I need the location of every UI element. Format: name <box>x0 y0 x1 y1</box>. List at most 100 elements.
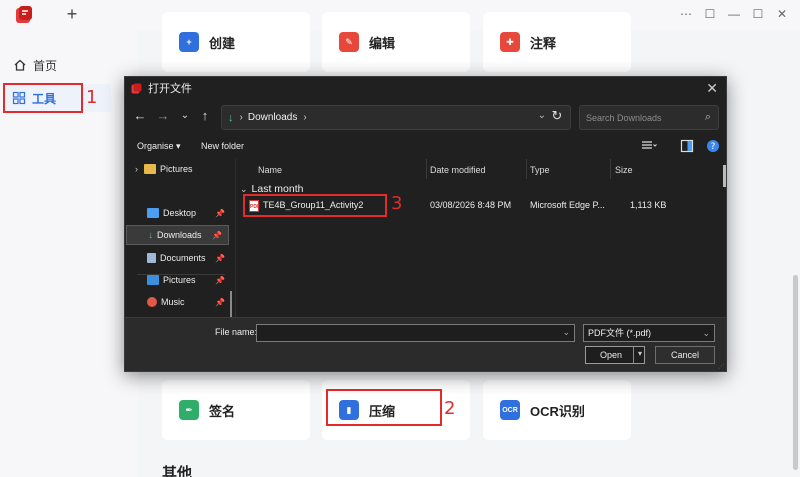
cancel-button[interactable]: Cancel <box>655 346 715 364</box>
chevron-down-icon[interactable]: ⌄ <box>702 325 710 341</box>
dialog-close-icon[interactable]: ✕ <box>706 80 718 97</box>
view-options-icon[interactable] <box>641 139 657 153</box>
file-type-value: PDF文件 (*.pdf) <box>588 328 652 338</box>
open-dropdown-icon[interactable]: ▾ <box>638 349 642 358</box>
annotation-box-compress <box>326 389 442 426</box>
column-divider[interactable] <box>526 159 527 179</box>
resize-grip-icon[interactable]: ⋰ <box>718 363 724 370</box>
dialog-navbar: ← → ⌄ ↑ ↓ › Downloads › ⌄ ↻ Search Downl… <box>125 103 726 131</box>
file-type: Microsoft Edge P... <box>530 200 605 210</box>
tool-card-edit[interactable]: ✎ 编辑 <box>322 12 470 72</box>
nav-item-documents[interactable]: Documents 📌 <box>131 248 231 268</box>
sidebar-item-label: 首页 <box>33 58 58 73</box>
dialog-footer: File name: ⌄ PDF文件 (*.pdf) ⌄ Open ▾ Canc… <box>125 317 726 371</box>
search-placeholder: Search Downloads <box>586 112 662 123</box>
nav-item-label: Downloads <box>157 230 202 240</box>
minimize-icon[interactable]: — <box>724 5 744 23</box>
navigation-pane: › Pictures Desktop 📌 ↓ Downloads 📌 Docum… <box>125 159 235 321</box>
breadcrumb-chevron-icon[interactable]: › <box>240 112 243 123</box>
collapse-chevron-icon[interactable]: ⌄ <box>240 184 248 195</box>
up-arrow-icon[interactable]: ↑ <box>197 107 213 125</box>
annotation-number-3: 3 <box>391 193 403 214</box>
recent-locations-chevron-icon[interactable]: ⌄ <box>177 107 193 125</box>
documents-icon <box>147 253 156 263</box>
column-header-date[interactable]: Date modified <box>430 159 486 181</box>
maximize-icon[interactable]: ☐ <box>748 5 768 23</box>
pictures-icon <box>147 275 159 285</box>
tool-card-sign[interactable]: ✒ 签名 <box>162 380 310 440</box>
open-button[interactable]: Open ▾ <box>585 346 645 364</box>
tool-card-ocr[interactable]: OCR OCR识别 <box>483 380 631 440</box>
open-label: Open <box>600 350 623 360</box>
desktop-icon <box>147 208 159 218</box>
app-logo-icon[interactable] <box>14 5 34 25</box>
column-header-size[interactable]: Size <box>615 159 633 181</box>
preview-pane-icon[interactable] <box>679 139 695 153</box>
pin-icon: 📌 <box>215 253 225 263</box>
tool-card-create[interactable]: + 创建 <box>162 12 310 72</box>
nav-item-label: Documents <box>160 253 206 263</box>
file-name-input[interactable]: ⌄ <box>256 324 575 342</box>
file-list-scrollbar[interactable] <box>723 165 726 187</box>
nav-item-music[interactable]: Music 📌 <box>131 292 231 312</box>
tool-card-label: OCR识别 <box>530 403 585 419</box>
search-input[interactable]: Search Downloads ⌕ <box>579 105 719 130</box>
annotation-number-2: 2 <box>444 398 456 419</box>
back-arrow-icon[interactable]: ← <box>132 107 148 125</box>
nav-item-label: Pictures <box>160 164 193 174</box>
main-scrollbar[interactable] <box>793 275 798 470</box>
column-header-name[interactable]: Name <box>258 159 282 181</box>
pin-icon: 📌 <box>212 230 222 240</box>
help-icon[interactable]: ? <box>705 139 721 153</box>
tool-card-label: 编辑 <box>369 35 396 51</box>
file-size: 1,113 KB <box>630 200 667 210</box>
forward-arrow-icon[interactable]: → <box>155 107 171 125</box>
search-icon: ⌕ <box>704 111 711 123</box>
comment-icon: ✚ <box>500 32 520 52</box>
file-date: 03/08/2026 8:48 PM <box>430 200 512 210</box>
nav-item-downloads[interactable]: ↓ Downloads 📌 <box>126 225 229 245</box>
nav-item-label: Desktop <box>163 208 197 218</box>
ocr-icon: OCR <box>500 400 520 420</box>
tool-card-label: 创建 <box>209 35 236 51</box>
tool-card-label: 注释 <box>530 35 557 51</box>
close-icon[interactable]: ✕ <box>772 5 792 23</box>
tool-card-comment[interactable]: ✚ 注释 <box>483 12 631 72</box>
nav-item-label: Music <box>161 297 185 307</box>
pin-icon: 📌 <box>215 275 225 285</box>
create-icon: + <box>179 32 199 52</box>
file-type-select[interactable]: PDF文件 (*.pdf) ⌄ <box>583 324 715 342</box>
app-logo-icon <box>131 83 142 93</box>
nav-item-pictures[interactable]: › Pictures <box>131 159 231 179</box>
expand-chevron-icon[interactable]: › <box>135 164 138 174</box>
section-heading-other: 其他 <box>162 465 193 477</box>
address-bar[interactable]: ↓ › Downloads › ⌄ <box>221 105 571 130</box>
new-tab-button[interactable]: + <box>63 4 81 24</box>
edit-icon: ✎ <box>339 32 359 52</box>
folder-icon <box>144 164 156 174</box>
pin-icon: 📌 <box>215 208 225 218</box>
nav-item-desktop[interactable]: Desktop 📌 <box>131 203 231 223</box>
organise-menu-button[interactable]: Organise ▾ <box>137 141 181 152</box>
more-icon[interactable]: ⋯ <box>676 5 696 23</box>
dialog-toolbar: Organise ▾ New folder ? <box>125 137 726 157</box>
sign-icon: ✒ <box>179 400 199 420</box>
chevron-down-icon[interactable]: ⌄ <box>562 327 570 338</box>
downloads-icon: ↓ <box>228 111 234 124</box>
column-divider[interactable] <box>426 159 427 179</box>
refresh-icon[interactable]: ↻ <box>549 108 565 124</box>
restore-icon[interactable]: ☐ <box>700 5 720 23</box>
address-dropdown-icon[interactable]: ⌄ <box>538 110 546 121</box>
nav-item-pictures-pinned[interactable]: Pictures 📌 <box>131 270 231 290</box>
dialog-titlebar: 打开文件 <box>125 77 726 99</box>
nav-item-label: Pictures <box>163 275 196 285</box>
breadcrumb-downloads[interactable]: Downloads <box>248 112 297 123</box>
new-folder-button[interactable]: New folder <box>201 141 244 151</box>
breadcrumb-chevron-icon[interactable]: › <box>303 112 306 123</box>
sidebar-item-home[interactable]: 首页 <box>4 52 112 78</box>
annotation-number-1: 1 <box>86 87 98 108</box>
column-header-type[interactable]: Type <box>530 159 550 181</box>
file-name-label: File name: <box>215 327 258 337</box>
downloads-icon: ↓ <box>148 229 153 241</box>
column-divider[interactable] <box>610 159 611 179</box>
